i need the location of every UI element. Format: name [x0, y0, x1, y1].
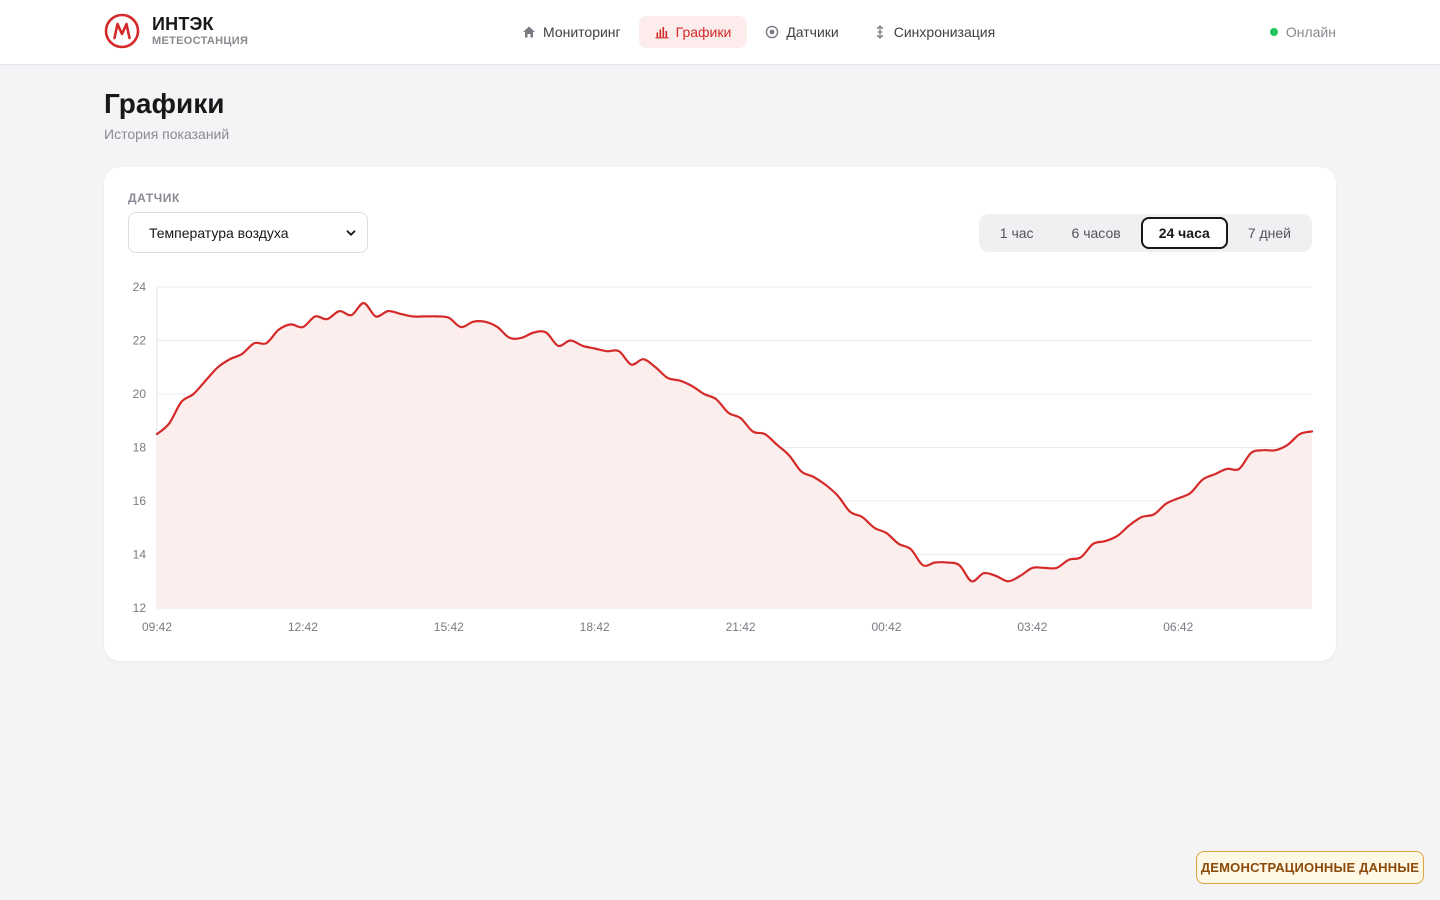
- nav-item-charts[interactable]: Графики: [638, 16, 748, 48]
- range-button-6h[interactable]: 6 часов: [1054, 217, 1139, 249]
- nav-item-sensors[interactable]: Датчики: [749, 16, 854, 48]
- nav-item-monitoring[interactable]: Мониторинг: [506, 16, 637, 48]
- x-tick-label: 15:42: [434, 620, 464, 634]
- chevron-down-icon: [346, 230, 356, 236]
- y-tick-label: 20: [133, 387, 147, 401]
- x-tick-label: 21:42: [726, 620, 756, 634]
- y-tick-label: 22: [133, 334, 147, 348]
- x-tick-label: 18:42: [580, 620, 610, 634]
- y-tick-label: 18: [133, 441, 147, 455]
- logo-icon: [104, 13, 140, 49]
- page-title: Графики: [104, 88, 225, 119]
- y-tick-label: 14: [133, 548, 147, 562]
- y-tick-label: 16: [133, 494, 147, 508]
- app-header: ИНТЭК МЕТЕОСТАНЦИЯ Мониторинг Графики Да…: [0, 0, 1440, 65]
- x-tick-label: 09:42: [142, 620, 172, 634]
- status-dot-icon: [1269, 28, 1278, 36]
- nav-item-label: Датчики: [786, 24, 839, 40]
- sensor-icon: [766, 25, 779, 39]
- x-tick-label: 06:42: [1163, 620, 1193, 634]
- x-tick-label: 03:42: [1017, 620, 1047, 634]
- connection-status: Онлайн: [1269, 24, 1336, 40]
- y-tick-label: 24: [133, 280, 147, 294]
- series-area: [157, 303, 1312, 608]
- x-tick-label: 12:42: [288, 620, 318, 634]
- brand[interactable]: ИНТЭК МЕТЕОСТАНЦИЯ: [104, 13, 248, 49]
- sync-icon: [876, 25, 883, 39]
- nav-item-label: Мониторинг: [543, 24, 621, 40]
- nav-item-sync[interactable]: Синхронизация: [857, 16, 1011, 48]
- main-nav: Мониторинг Графики Датчики Синхронизация: [506, 16, 1011, 48]
- status-label: Онлайн: [1285, 24, 1336, 40]
- time-range-selector: 1 час 6 часов 24 часа 7 дней: [978, 214, 1312, 252]
- temperature-chart: 12 14 16 18 20 22 24 09:42 12:42 15:42 18:42 21:42 0…: [133, 280, 1314, 634]
- range-button-1h[interactable]: 1 час: [982, 217, 1052, 249]
- nav-item-label: Графики: [675, 24, 732, 40]
- brand-name: ИНТЭК: [152, 14, 214, 34]
- bar-chart-icon: [655, 27, 669, 39]
- nav-item-label: Синхронизация: [893, 24, 996, 40]
- chart-card: ДАТЧИК Температура воздуха 1 час 6 часов…: [104, 167, 1336, 661]
- page-subtitle: История показаний: [104, 126, 230, 142]
- demo-data-badge: ДЕМОНСТРАЦИОННЫЕ ДАННЫЕ: [1196, 851, 1424, 884]
- y-tick-label: 12: [133, 601, 147, 615]
- sensor-select-value: Температура воздуха: [149, 224, 289, 241]
- x-tick-label: 00:42: [871, 620, 901, 634]
- brand-subtitle: МЕТЕОСТАНЦИЯ: [152, 35, 249, 47]
- range-button-7d[interactable]: 7 дней: [1230, 217, 1309, 249]
- sensor-label: ДАТЧИК: [128, 191, 180, 205]
- range-button-24h[interactable]: 24 часа: [1140, 217, 1228, 249]
- home-icon: [523, 26, 535, 38]
- sensor-select[interactable]: Температура воздуха: [128, 212, 368, 253]
